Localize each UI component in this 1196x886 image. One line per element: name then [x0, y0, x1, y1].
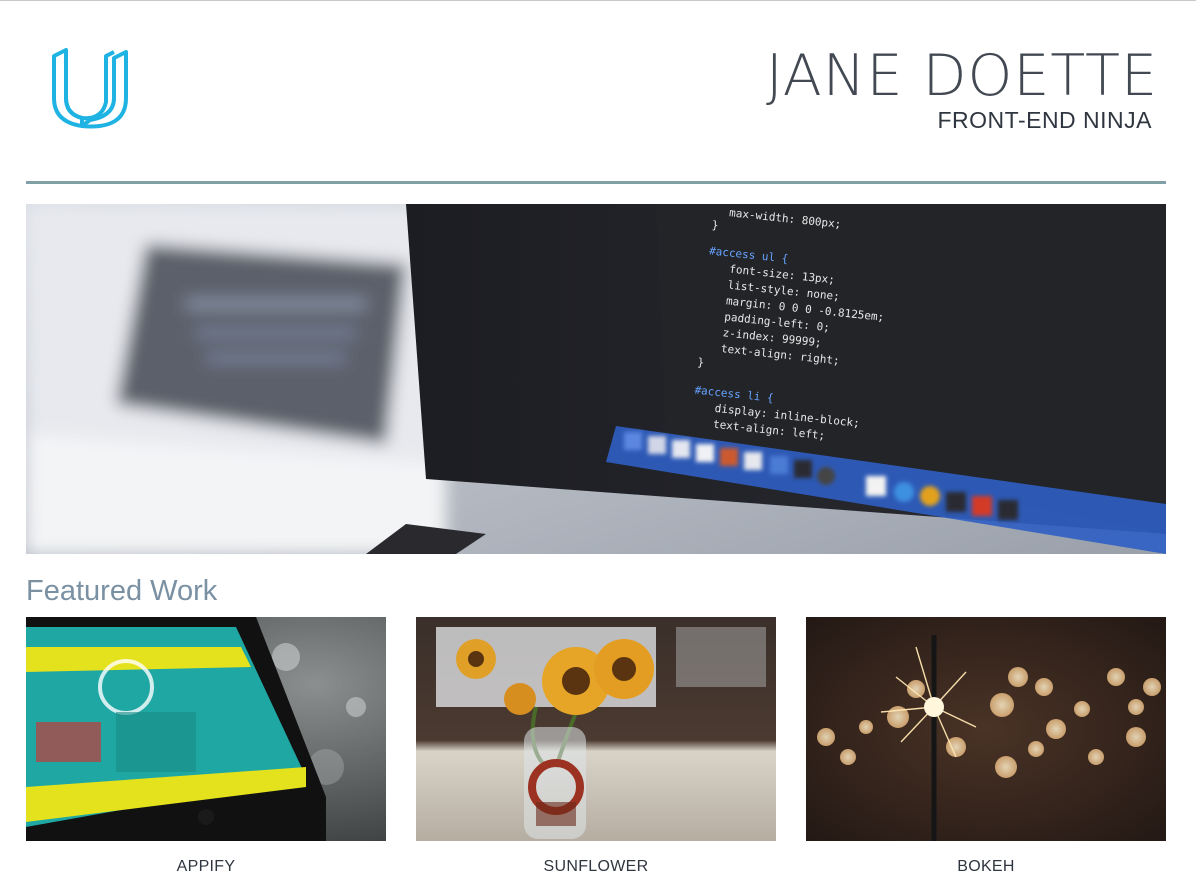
featured-item-caption[interactable]: APPIFY	[26, 857, 386, 877]
code-line: }	[711, 218, 719, 232]
featured-work-heading: Featured Work	[26, 575, 218, 607]
code-line: }	[697, 356, 705, 370]
top-border	[0, 0, 1196, 1]
owner-name: JANE DOETTE	[766, 43, 1158, 109]
featured-item-sunflower[interactable]: SUNFLOWER	[416, 617, 776, 877]
hero-image: max-width: 800px; } #access ul { font-si…	[26, 204, 1166, 554]
featured-item-bokeh[interactable]: BOKEH	[806, 617, 1166, 877]
featured-item-caption[interactable]: SUNFLOWER	[416, 857, 776, 877]
sparkler-bokeh-image[interactable]	[806, 617, 1166, 841]
header-divider	[26, 181, 1166, 184]
udacity-logo-icon[interactable]	[50, 46, 130, 132]
sunflower-vase-image[interactable]	[416, 617, 776, 841]
featured-item-caption[interactable]: BOKEH	[806, 857, 1166, 877]
owner-role: FRONT-END NINJA	[937, 107, 1152, 133]
featured-item-appify[interactable]: APPIFY	[26, 617, 386, 877]
phone-app-image[interactable]	[26, 617, 386, 841]
